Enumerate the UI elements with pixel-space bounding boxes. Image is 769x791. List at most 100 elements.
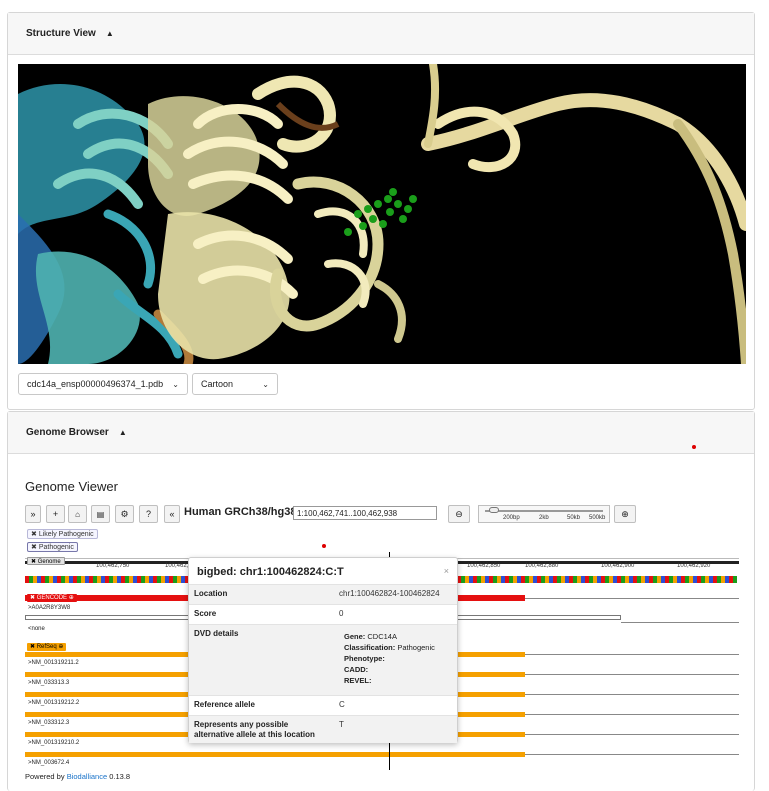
track-hub-button[interactable]: ⌂ <box>68 505 87 523</box>
collapse-panel-button[interactable]: « <box>164 505 180 523</box>
protein-cartoon-render <box>18 64 746 364</box>
gencode-track-label[interactable]: ✖ GENCODE ⊕ <box>27 594 77 602</box>
refseq-line <box>525 654 739 655</box>
row-key: Location <box>194 589 228 598</box>
row-value: chr1:100462824-100462824 <box>339 589 440 598</box>
genome-track-label[interactable]: ✖ Genome <box>27 557 65 565</box>
binoculars-icon: ⌂ <box>75 509 80 519</box>
filter-likely-pathogenic[interactable]: ✖ Likely Pathogenic <box>27 529 98 539</box>
genome-browser-title: Genome Browser <box>26 427 109 438</box>
zoom-handle[interactable] <box>489 507 499 513</box>
track-name: Genome <box>37 559 61 565</box>
row-value: 0 <box>339 609 344 618</box>
plus-icon: + <box>52 509 59 519</box>
variant-details-popup: bigbed: chr1:100462824:C:T × Location ch… <box>188 557 458 743</box>
row-key: Reference allele <box>194 700 255 709</box>
dvd-classification: Classification: Pathogenic <box>344 642 435 653</box>
zoom-track <box>485 510 603 512</box>
refseq-feature-bar[interactable] <box>25 752 525 757</box>
base-cell <box>733 576 737 583</box>
row-key: DVD details <box>194 629 239 638</box>
biodalliance-link[interactable]: Biodalliance <box>67 772 107 781</box>
popup-row-score: Score 0 <box>189 604 457 624</box>
zoom-label: 50kb <box>567 515 581 521</box>
ruler-tick: 100,462,880 <box>525 563 559 569</box>
print-button[interactable]: ▤ <box>91 505 110 523</box>
ruler-tick: 100,462,850 <box>467 563 501 569</box>
dvd-gene: Gene: CDC14A <box>344 631 397 642</box>
dvd-key: CADD: <box>344 665 369 674</box>
filter-label: Pathogenic <box>38 544 74 551</box>
dvd-key: Gene: <box>344 632 366 641</box>
zoom-in-button[interactable]: ⊕ <box>614 505 636 523</box>
location-input[interactable] <box>293 506 437 520</box>
zoom-in-icon: ⊕ <box>621 508 629 519</box>
chevron-down-icon: ⌄ <box>172 379 179 389</box>
popup-row-reference: Reference allele C <box>189 695 457 715</box>
collapse-caret-icon[interactable]: ▲ <box>119 428 127 437</box>
row-key: Score <box>194 609 217 618</box>
refseq-line <box>525 694 739 695</box>
help-icon: ? <box>145 509 151 519</box>
filter-pathogenic[interactable]: ✖ Pathogenic <box>27 542 78 552</box>
filter-label: Likely Pathogenic <box>38 531 94 538</box>
refseq-transcript-label: >NM_033313.3 <box>28 680 70 686</box>
gencode-transcript-label: >A0A2R8Y3W8 <box>28 605 71 611</box>
refseq-transcript-label: >NM_001319211.2 <box>28 660 79 666</box>
powered-prefix: Powered by <box>25 772 67 781</box>
zoom-out-button[interactable]: ⊖ <box>448 505 470 523</box>
structure-view-header[interactable]: Structure View ▲ <box>8 13 754 55</box>
powered-by: Powered by Biodalliance 0.13.8 <box>25 772 130 781</box>
ruler-tick: 100,462,750 <box>96 563 130 569</box>
genome-viewer-title: Genome Viewer <box>25 479 118 494</box>
dvd-key: Classification: <box>344 643 396 652</box>
settings-button[interactable]: ⚙ <box>115 505 134 523</box>
collapse-caret-icon[interactable]: ▲ <box>106 29 114 38</box>
powered-version: 0.13.8 <box>107 772 131 781</box>
pdb-file-select[interactable]: cdc14a_ensp00000496374_1.pdb ⌄ <box>18 373 188 395</box>
variant-marker[interactable] <box>322 544 326 548</box>
refseq-transcript-label: >NM_003672.4 <box>28 760 70 766</box>
gencode-line <box>525 598 739 599</box>
expand-icon: » <box>30 509 36 519</box>
print-icon: ▤ <box>96 509 105 519</box>
zoom-label: 200bp <box>503 515 520 521</box>
genome-browser-header[interactable]: Genome Browser ▲ <box>8 412 754 454</box>
dvd-value: Pathogenic <box>397 643 435 652</box>
popup-title: bigbed: chr1:100462824:C:T <box>197 566 344 578</box>
help-button[interactable]: ? <box>139 505 158 523</box>
refseq-transcript-label: >NM_001319210.2 <box>28 740 80 746</box>
genome-assembly: Human GRCh38/hg38 <box>184 506 297 518</box>
zoom-out-icon: ⊖ <box>455 508 463 519</box>
dvd-key: REVEL: <box>344 676 372 685</box>
dvd-key: Phenotype: <box>344 654 385 663</box>
gencode-transcript-label: <none <box>28 626 45 632</box>
expand-panel-button[interactable]: » <box>25 505 41 523</box>
close-icon[interactable]: × <box>444 566 449 576</box>
dvd-value: CDC14A <box>367 632 397 641</box>
track-name: GENCODE <box>36 595 68 601</box>
popup-row-dvd: DVD details Gene: CDC14A Classification:… <box>189 624 457 695</box>
zoom-label: 500kb <box>589 515 606 521</box>
refseq-line <box>525 714 739 715</box>
refseq-track-label[interactable]: ✖ RefSeq ⊕ <box>27 643 67 651</box>
refseq-line <box>525 734 739 735</box>
gear-icon: ⚙ <box>120 508 129 519</box>
render-style-value: Cartoon <box>201 379 234 389</box>
structure-view-card: Structure View ▲ cdc14a_ensp00000496374_… <box>7 12 755 410</box>
track-name: RefSeq <box>36 644 57 650</box>
zoom-slider[interactable]: 200bp 2kb 50kb 500kb <box>478 505 610 523</box>
render-style-select[interactable]: Cartoon ⌄ <box>192 373 278 395</box>
protein-3d-viewer[interactable] <box>18 64 746 364</box>
ruler-tick: 100,462,900 <box>601 563 635 569</box>
refseq-transcript-label: >NM_001319212.2 <box>28 700 80 706</box>
refseq-transcript-label: >NM_033312.3 <box>28 720 70 726</box>
marker-dot <box>692 445 696 449</box>
dvd-revel: REVEL: <box>344 675 372 686</box>
zoom-label: 2kb <box>539 515 549 521</box>
add-track-button[interactable]: + <box>46 505 65 523</box>
dvd-cadd: CADD: <box>344 664 368 675</box>
popup-row-alternative: Represents any possible alternative alle… <box>189 715 457 743</box>
row-value: T <box>339 720 344 729</box>
refseq-line <box>525 674 739 675</box>
